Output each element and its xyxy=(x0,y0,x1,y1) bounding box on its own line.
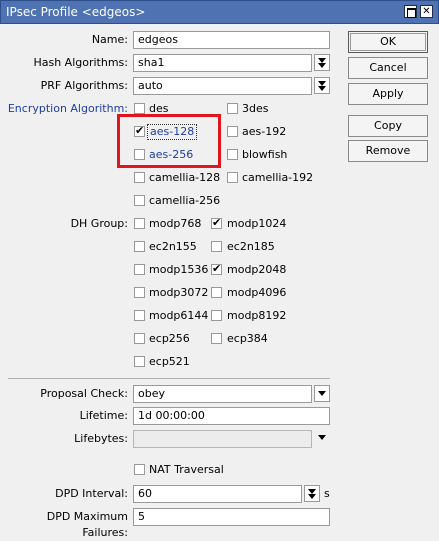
dh-label-wrap: DH Group: xyxy=(0,216,128,232)
dh-checkbox-modp768[interactable] xyxy=(134,218,145,229)
chevron-down-icon xyxy=(318,86,326,91)
encryption-checkbox-camellia-128[interactable] xyxy=(134,172,145,183)
encryption-checkbox-blowfish[interactable] xyxy=(227,149,238,160)
dh-checkbox-ec2n185[interactable] xyxy=(211,241,222,252)
encryption-checkbox-3des[interactable] xyxy=(227,103,238,114)
ok-button[interactable]: OK xyxy=(348,31,428,53)
lifebytes-label-wrap: Lifebytes: xyxy=(0,431,128,447)
maximize-icon[interactable] xyxy=(404,5,417,18)
name-label: Name: xyxy=(91,33,128,46)
encryption-option-label: camellia-128 xyxy=(149,171,221,184)
dh-option-label: modp3072 xyxy=(149,286,209,299)
lifetime-label-wrap: Lifetime: xyxy=(0,408,128,424)
dpd-interval-label: DPD Interval: xyxy=(55,487,128,500)
encryption-algorithm-label: Encryption Algorithm: xyxy=(7,102,128,115)
dh-option-label: modp2048 xyxy=(227,263,287,276)
dh-option-label: ec2n185 xyxy=(227,240,275,253)
encryption-checkbox-camellia-256[interactable] xyxy=(134,195,145,206)
dh-option-label: modp8192 xyxy=(227,309,287,322)
dh-option-label: ecp521 xyxy=(149,355,190,368)
hash-dropdown-button[interactable] xyxy=(314,54,330,71)
dh-checkbox-modp2048[interactable] xyxy=(211,262,222,275)
dpd-interval-unit: s xyxy=(324,487,330,500)
prf-algorithms-select[interactable]: auto xyxy=(133,77,312,95)
dh-option-label: modp6144 xyxy=(149,309,209,322)
encryption-checkbox-camellia-192[interactable] xyxy=(227,172,238,183)
hash-algorithms-label: Hash Algorithms: xyxy=(33,56,128,69)
nat-traversal-checkbox[interactable] xyxy=(134,464,145,475)
lifetime-input[interactable]: 1d 00:00:00 xyxy=(133,407,330,425)
dh-checkbox-ecp521[interactable] xyxy=(134,356,145,367)
window-title: IPsec Profile <edgeos> xyxy=(6,5,146,19)
encryption-option-label: camellia-192 xyxy=(242,171,314,184)
dh-checkbox-modp6144[interactable] xyxy=(134,310,145,321)
encryption-option-label: 3des xyxy=(242,102,269,115)
dpd-max-label-wrap: DPD Maximum Failures: xyxy=(0,509,128,539)
prf-algorithms-label: PRF Algorithms: xyxy=(40,79,128,92)
proposal-dropdown-button[interactable] xyxy=(314,385,330,402)
dpd-interval-input[interactable]: 60 xyxy=(133,485,302,503)
encryption-checkbox-aes-192[interactable] xyxy=(227,126,238,137)
remove-button[interactable]: Remove xyxy=(348,140,428,162)
dh-checkbox-modp4096[interactable] xyxy=(211,287,222,298)
dh-checkbox-ecp384[interactable] xyxy=(211,333,222,344)
dpd-interval-dropdown-button[interactable] xyxy=(304,485,320,502)
prf-label-wrap: PRF Algorithms: xyxy=(0,78,128,94)
encryption-option-label: aes-192 xyxy=(242,125,287,138)
chevron-down-icon xyxy=(318,391,326,396)
lifebytes-input[interactable] xyxy=(133,430,312,448)
lifetime-label: Lifetime: xyxy=(79,409,128,422)
dh-checkbox-modp1536[interactable] xyxy=(134,264,145,275)
dh-group-label: DH Group: xyxy=(70,217,128,230)
encryption-checkbox-des[interactable] xyxy=(134,103,145,114)
dh-checkbox-modp8192[interactable] xyxy=(211,310,222,321)
dpd-interval-label-wrap: DPD Interval: xyxy=(0,486,128,502)
dpd-maximum-failures-input[interactable]: 5 xyxy=(133,508,330,526)
dh-checkbox-modp1024[interactable] xyxy=(211,216,222,229)
encryption-option-label: camellia-256 xyxy=(149,194,221,207)
section-divider xyxy=(8,378,330,379)
cancel-button[interactable]: Cancel xyxy=(348,57,428,79)
proposal-check-select[interactable]: obey xyxy=(133,385,312,403)
encryption-label-wrap: Encryption Algorithm: xyxy=(0,101,128,117)
name-label-wrap: Name: xyxy=(0,32,128,48)
hash-label-wrap: Hash Algorithms: xyxy=(0,55,128,71)
name-input[interactable]: edgeos xyxy=(133,31,330,49)
apply-button[interactable]: Apply xyxy=(348,83,428,105)
window-titlebar: IPsec Profile <edgeos> ✕ xyxy=(0,0,439,24)
dh-checkbox-ecp256[interactable] xyxy=(134,333,145,344)
prf-dropdown-button[interactable] xyxy=(314,77,330,94)
dh-option-label: ecp256 xyxy=(149,332,190,345)
dh-option-label: modp4096 xyxy=(227,286,287,299)
copy-button[interactable]: Copy xyxy=(348,115,428,137)
chevron-down-icon xyxy=(318,63,326,68)
expand-arrow-icon[interactable] xyxy=(318,435,326,440)
close-icon[interactable]: ✕ xyxy=(420,5,433,18)
dh-option-label: modp768 xyxy=(149,217,202,230)
chevron-down-icon xyxy=(308,494,316,499)
encryption-option-label: blowfish xyxy=(242,148,288,161)
hash-algorithms-select[interactable]: sha1 xyxy=(133,54,312,72)
proposal-check-label: Proposal Check: xyxy=(40,387,128,400)
dh-checkbox-ec2n155[interactable] xyxy=(134,241,145,252)
dh-option-label: modp1536 xyxy=(149,263,209,276)
nat-traversal-label: NAT Traversal xyxy=(149,463,224,476)
dh-option-label: modp1024 xyxy=(227,217,287,230)
dh-checkbox-modp3072[interactable] xyxy=(134,287,145,298)
dh-option-label: ecp384 xyxy=(227,332,268,345)
dpd-maximum-failures-label: DPD Maximum Failures: xyxy=(46,510,128,539)
highlight-box xyxy=(117,114,221,168)
proposal-label-wrap: Proposal Check: xyxy=(0,386,128,402)
dh-option-label: ec2n155 xyxy=(149,240,197,253)
lifebytes-label: Lifebytes: xyxy=(74,432,128,445)
